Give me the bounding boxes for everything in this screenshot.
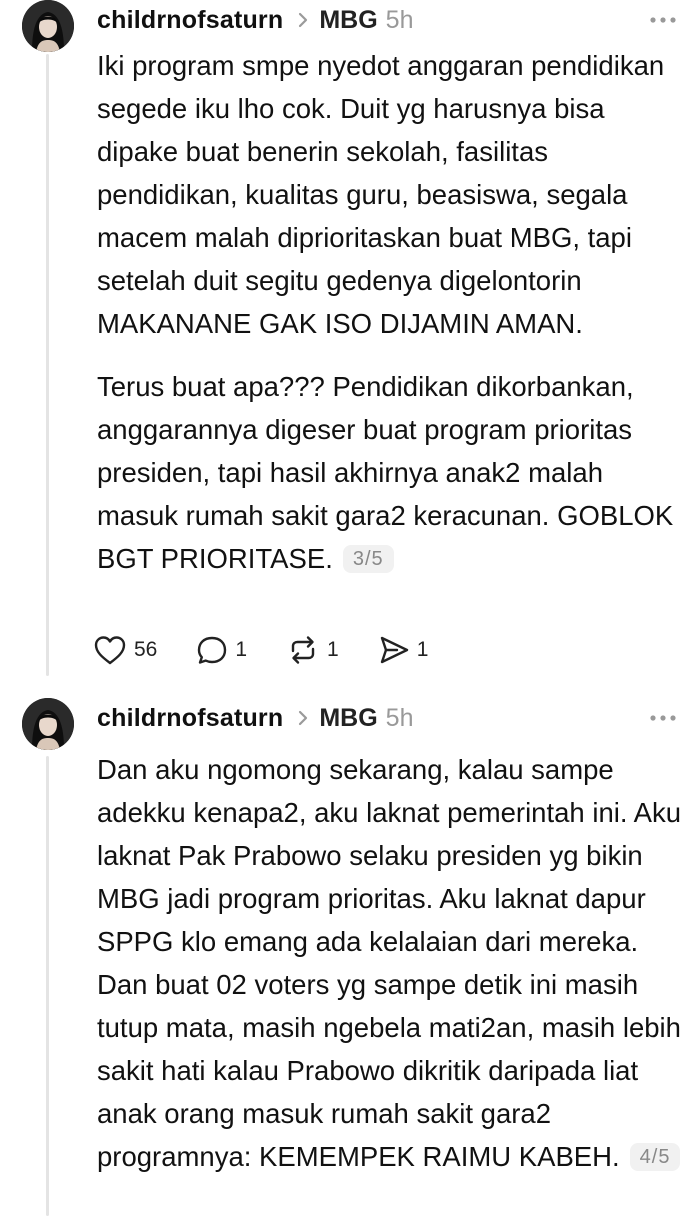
post-body: Dan aku ngomong sekarang, kalau sampe ad… <box>97 748 686 1178</box>
more-options-button[interactable] <box>646 6 680 34</box>
more-options-button[interactable] <box>646 704 680 732</box>
post-body: Iki program smpe nyedot anggaran pendidi… <box>97 44 686 580</box>
like-button[interactable]: 56 <box>92 634 157 666</box>
post: childrnofsaturn MBG 5h Iki program smpe … <box>0 0 700 686</box>
post: childrnofsaturn MBG 5h Dan aku ngomong s… <box>0 692 700 1216</box>
post-paragraph: Iki program smpe nyedot anggaran pendidi… <box>97 50 665 339</box>
timestamp: 5h <box>385 5 414 34</box>
more-dots-icon <box>650 715 676 721</box>
timestamp: 5h <box>385 703 414 732</box>
avatar[interactable] <box>22 698 74 750</box>
share-count: 1 <box>416 638 429 661</box>
post-paragraph: Dan aku ngomong sekarang, kalau sampe ad… <box>97 754 681 1172</box>
reply-count: 1 <box>235 638 248 661</box>
post-paragraph: Terus buat apa??? Pendidikan dikorbankan… <box>97 371 674 574</box>
post-header: childrnofsaturn MBG 5h <box>97 0 680 40</box>
post-paragraph-with-badge: Dan aku ngomong sekarang, kalau sampe ad… <box>97 748 686 1178</box>
heart-icon <box>92 634 128 666</box>
thread-page-badge: 4/5 <box>629 1143 681 1171</box>
post-paragraph-with-badge: Terus buat apa??? Pendidikan dikorbankan… <box>97 365 686 580</box>
thread-line <box>46 54 49 676</box>
topic-tag[interactable]: MBG <box>319 6 377 35</box>
username[interactable]: childrnofsaturn <box>97 704 283 733</box>
username[interactable]: childrnofsaturn <box>97 6 283 35</box>
repost-button[interactable]: 1 <box>285 634 339 666</box>
thread-line <box>46 756 49 1216</box>
comment-icon <box>195 634 229 666</box>
like-count: 56 <box>134 638 158 661</box>
share-icon <box>377 634 411 666</box>
more-dots-icon <box>650 17 676 23</box>
avatar[interactable] <box>22 0 74 52</box>
chevron-right-icon <box>297 709 309 727</box>
thread-page-badge: 3/5 <box>342 545 394 573</box>
chevron-right-icon <box>297 11 309 29</box>
topic-tag[interactable]: MBG <box>319 704 377 733</box>
share-button[interactable]: 1 <box>377 634 429 666</box>
thread-feed: childrnofsaturn MBG 5h Iki program smpe … <box>0 0 700 1216</box>
repost-icon <box>285 634 321 666</box>
action-bar: 56 1 1 1 <box>92 630 466 670</box>
post-header: childrnofsaturn MBG 5h <box>97 698 680 738</box>
repost-count: 1 <box>327 638 339 661</box>
reply-button[interactable]: 1 <box>195 634 247 666</box>
